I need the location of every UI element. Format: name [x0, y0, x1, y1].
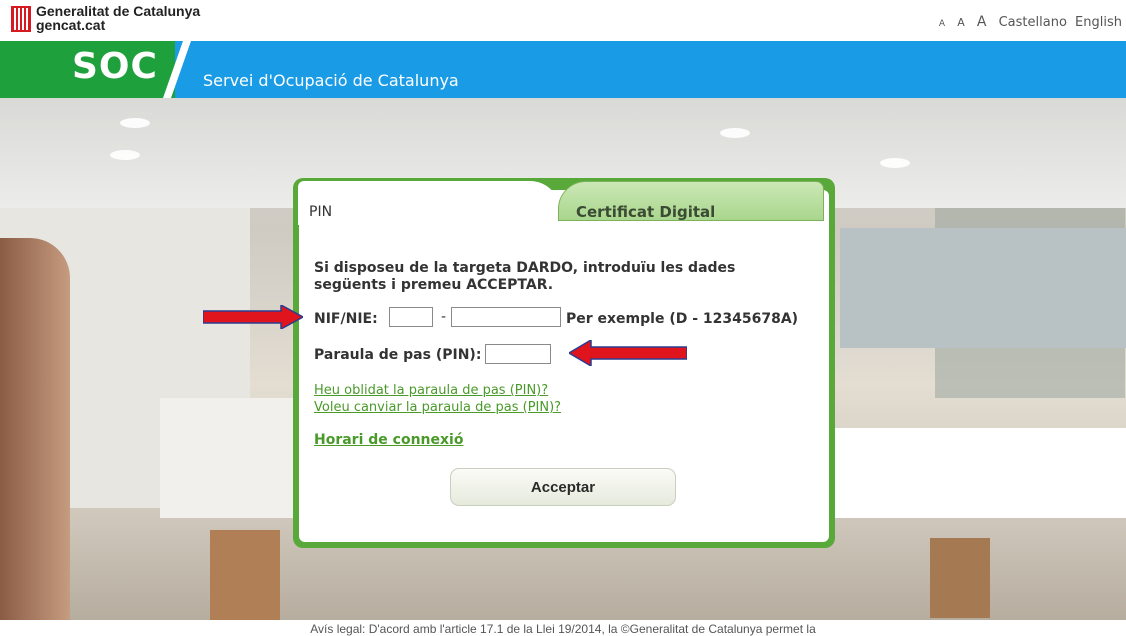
accessibility-language-bar: A A A Castellano English [931, 14, 1122, 30]
cardboard-box [210, 530, 280, 620]
nif-separator: - [441, 309, 447, 325]
org-name[interactable]: Generalitat de Catalunya gencat.cat [36, 4, 200, 32]
lang-english-link[interactable]: English [1075, 15, 1122, 30]
shelves [840, 228, 1126, 348]
top-header: Generalitat de Catalunya gencat.cat A A … [0, 0, 1126, 41]
tab-pin[interactable] [298, 181, 560, 225]
soc-banner: SOC Servei d'Ocupació de Catalunya [0, 41, 1126, 98]
connection-schedule-link[interactable]: Horari de connexió [314, 432, 463, 448]
tab-certificat-digital-label[interactable]: Certificat Digital [576, 203, 715, 221]
tab-pin-label[interactable]: PIN [309, 204, 332, 220]
pin-label: Paraula de pas (PIN): [314, 347, 482, 363]
org-name-line1: Generalitat de Catalunya [36, 3, 201, 19]
soc-logo[interactable]: SOC [72, 46, 158, 87]
ceiling-light [880, 158, 910, 168]
nif-label: NIF/NIE: [314, 311, 378, 327]
ceiling-light [120, 118, 150, 128]
nif-number-input[interactable] [451, 307, 561, 327]
logo-slash-icon [163, 41, 191, 98]
forgot-pin-link[interactable]: Heu oblidat la paraula de pas (PIN)? [314, 383, 548, 398]
arrow-right-icon [203, 305, 303, 329]
ceiling-light [720, 128, 750, 138]
pin-input[interactable] [485, 344, 551, 364]
ceiling-light [110, 150, 140, 160]
font-size-medium-button[interactable]: A [957, 16, 965, 29]
change-pin-link[interactable]: Voleu canviar la paraula de pas (PIN)? [314, 400, 561, 415]
instructions-text: Si disposeu de la targeta DARDO, introdu… [314, 260, 736, 293]
person-silhouette [0, 238, 70, 620]
nif-letter-input[interactable] [389, 307, 433, 327]
org-name-line2: gencat.cat [36, 17, 106, 33]
generalitat-logo-icon[interactable] [11, 6, 31, 32]
lang-castellano-link[interactable]: Castellano [999, 15, 1067, 30]
nif-example-text: Per exemple (D - 12345678A) [566, 311, 799, 327]
legal-notice: Avís legal: D'acord amb l'article 17.1 d… [310, 622, 816, 636]
soc-title: Servei d'Ocupació de Catalunya [203, 71, 459, 90]
login-panel: PIN Certificat Digital Si disposeu de la… [293, 178, 835, 548]
accept-button[interactable]: Acceptar [450, 468, 676, 506]
cardboard-box [930, 538, 990, 618]
font-size-small-button[interactable]: A [939, 19, 945, 29]
desk [160, 398, 300, 518]
desk [835, 428, 1126, 518]
font-size-large-button[interactable]: A [977, 14, 987, 30]
arrow-left-icon [569, 340, 687, 366]
